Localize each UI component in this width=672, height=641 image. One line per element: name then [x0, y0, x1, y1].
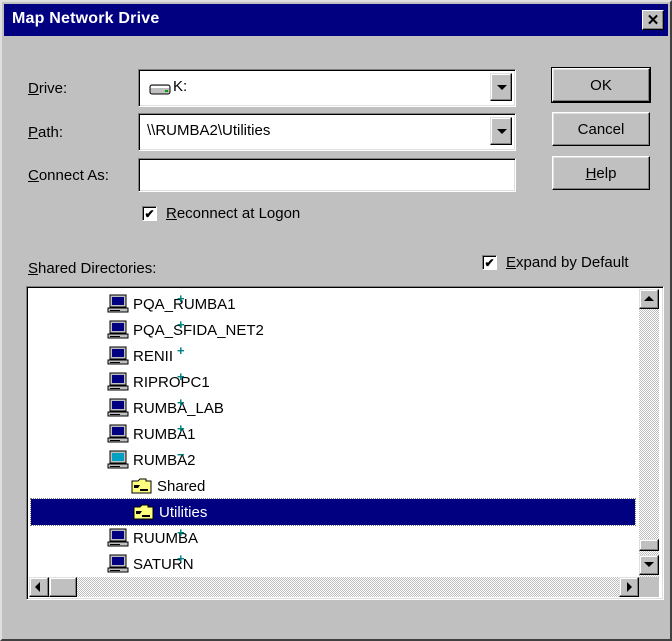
arrow-down-icon	[644, 562, 654, 567]
expand-icon[interactable]: +	[177, 526, 185, 539]
computer-icon	[107, 528, 129, 548]
shared-directories-tree[interactable]: + PQA_RUMBA1 + PQA_SFIDA_NET2 + RENII + RIPROPC…	[26, 286, 664, 600]
cancel-button[interactable]: Cancel	[552, 112, 650, 146]
connect-as-input[interactable]	[138, 158, 516, 192]
tree-item[interactable]: + RUMBA1	[107, 421, 198, 447]
tree-item[interactable]: + PQA_SFIDA_NET2	[107, 317, 266, 343]
tree-item-label: SATURN	[133, 555, 194, 573]
tree-item[interactable]: + RUMBA_LAB	[107, 395, 226, 421]
close-icon: ✕	[646, 11, 660, 29]
ok-button-label: OK	[590, 76, 612, 94]
tree-item[interactable]: Utilities	[30, 498, 636, 526]
expand-icon[interactable]: +	[177, 396, 185, 409]
drive-value: K:	[173, 78, 188, 95]
reconnect-label[interactable]: Reconnect at Logon	[166, 205, 300, 222]
expand-icon[interactable]: +	[177, 292, 185, 305]
expand-icon[interactable]: +	[177, 552, 185, 565]
tree-item[interactable]: + RIPROPC1	[107, 369, 212, 395]
help-button-label: Help	[585, 164, 617, 182]
tree-item-label: RUUMBA	[133, 529, 199, 547]
tree-item-label: Shared	[157, 477, 206, 495]
scroll-down-button[interactable]	[639, 555, 659, 575]
path-dropdown-button[interactable]	[490, 117, 512, 145]
vertical-scroll-thumb[interactable]	[639, 539, 659, 551]
chevron-down-icon	[497, 85, 507, 90]
expand-icon[interactable]: +	[177, 422, 185, 435]
tree-item-label: Utilities	[159, 503, 208, 521]
path-value: \\RUMBA2\Utilities	[147, 122, 271, 139]
expand-icon[interactable]: +	[177, 370, 185, 383]
tree-item-label: RUMBA2	[133, 451, 196, 469]
ok-button[interactable]: OK	[551, 67, 651, 103]
computer-icon	[107, 320, 129, 340]
connect-as-label: Connect As:	[28, 167, 109, 184]
path-label: Path:	[28, 124, 64, 141]
shared-folder-icon	[133, 502, 155, 522]
tree-item[interactable]: Shared	[131, 473, 207, 499]
map-network-drive-dialog: Map Network Drive ✕ Drive: K: Path: \\RU…	[0, 0, 672, 641]
dialog-title: Map Network Drive	[12, 10, 160, 27]
chevron-down-icon	[497, 129, 507, 134]
tree-item[interactable]: + PQA_RUMBA1	[107, 291, 238, 317]
scroll-right-button[interactable]	[619, 577, 639, 597]
reconnect-checkbox[interactable]: ✔	[142, 206, 157, 221]
checkmark-icon: ✔	[484, 255, 495, 270]
tree-item[interactable]: − RUMBA2	[107, 447, 198, 473]
computer-icon	[107, 554, 129, 574]
horizontal-scroll-thumb[interactable]	[49, 577, 77, 597]
tree-item-label: RENII	[133, 347, 174, 365]
expand-by-default-label[interactable]: Expand by Default	[506, 254, 629, 271]
scroll-left-button[interactable]	[29, 577, 49, 597]
shared-directories-label: Shared Directories:	[28, 260, 157, 277]
computer-icon	[107, 372, 129, 392]
scrollbar-corner	[639, 577, 659, 597]
computer-icon	[107, 346, 129, 366]
close-button[interactable]: ✕	[642, 10, 664, 30]
computer-icon	[107, 294, 129, 314]
help-button[interactable]: Help	[552, 156, 650, 190]
tree-item[interactable]: + RUUMBA	[107, 525, 200, 551]
drive-combobox[interactable]: K:	[138, 69, 516, 107]
vertical-scrollbar[interactable]	[639, 289, 659, 577]
computer-icon	[107, 424, 129, 444]
tree-item[interactable]: + SATURN	[107, 551, 196, 577]
computer-icon	[107, 398, 129, 418]
arrow-left-icon	[35, 582, 40, 592]
scroll-up-button[interactable]	[639, 289, 659, 309]
drive-icon	[149, 84, 171, 95]
shared-folder-icon	[131, 476, 153, 496]
collapse-icon[interactable]: −	[177, 448, 185, 461]
arrow-right-icon	[627, 582, 632, 592]
drive-label: Drive:	[28, 80, 68, 97]
expand-icon[interactable]: +	[177, 318, 185, 331]
expand-icon[interactable]: +	[177, 344, 185, 357]
computer-icon	[107, 450, 129, 470]
arrow-up-icon	[644, 296, 654, 301]
checkmark-icon: ✔	[144, 206, 155, 221]
cancel-button-label: Cancel	[577, 120, 625, 138]
tree-item-label: PQA_SFIDA_NET2	[133, 321, 264, 339]
tree-item[interactable]: + RENII	[107, 343, 185, 369]
path-combobox[interactable]: \\RUMBA2\Utilities	[138, 113, 516, 151]
tree-item-label: RUMBA1	[133, 425, 196, 443]
drive-dropdown-button[interactable]	[490, 73, 512, 101]
tree-item-label: RIPROPC1	[133, 373, 210, 391]
horizontal-scrollbar[interactable]	[29, 577, 639, 597]
title-bar[interactable]: Map Network Drive ✕	[4, 4, 668, 36]
expand-by-default-checkbox[interactable]: ✔	[482, 255, 497, 270]
